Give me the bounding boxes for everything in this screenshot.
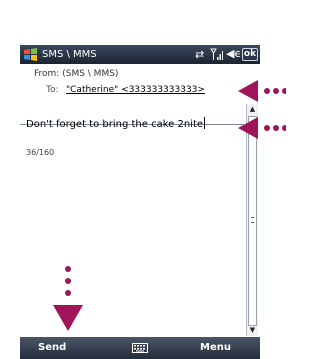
ok-button[interactable]: ok (242, 48, 258, 61)
send-pointer-arrow-icon (53, 266, 83, 331)
scroll-thumb[interactable] (248, 116, 257, 326)
from-field[interactable]: From: (SMS \ MMS) (34, 69, 118, 79)
from-label: From: (34, 69, 60, 79)
scroll-up-arrow-icon[interactable]: ▲ (247, 104, 258, 115)
softkey-bar: Send Menu (20, 337, 260, 359)
message-header: From: (SMS \ MMS) To: "Catherine" <33333… (20, 66, 244, 125)
app-title: SMS \ MMS (42, 49, 97, 60)
message-body-pointer-arrow-icon (238, 117, 286, 139)
character-counter: 36/160 (26, 148, 55, 157)
sync-icon[interactable]: ⇄ (195, 48, 204, 61)
send-softkey[interactable]: Send (38, 342, 66, 353)
to-label: To: (46, 85, 59, 95)
title-bar: SMS \ MMS ⇄ ◀ϵ ok (20, 45, 260, 64)
scroll-grip (251, 217, 254, 223)
volume-icon[interactable]: ◀ϵ (226, 47, 241, 61)
message-text: Don't forget to bring the cake 2nite (26, 119, 204, 130)
to-field[interactable]: "Catherine" <333333333333> (66, 85, 205, 95)
to-field-pointer-arrow-icon (238, 80, 286, 102)
windows-start-icon[interactable] (23, 47, 38, 62)
text-caret (204, 117, 206, 129)
scroll-down-arrow-icon[interactable]: ▼ (247, 325, 258, 336)
keyboard-icon[interactable] (132, 343, 148, 353)
signal-icon[interactable] (210, 48, 223, 61)
from-value: (SMS \ MMS) (62, 69, 119, 79)
menu-softkey[interactable]: Menu (200, 342, 231, 353)
message-body-input[interactable]: Don't forget to bring the cake 2nite (26, 117, 206, 130)
